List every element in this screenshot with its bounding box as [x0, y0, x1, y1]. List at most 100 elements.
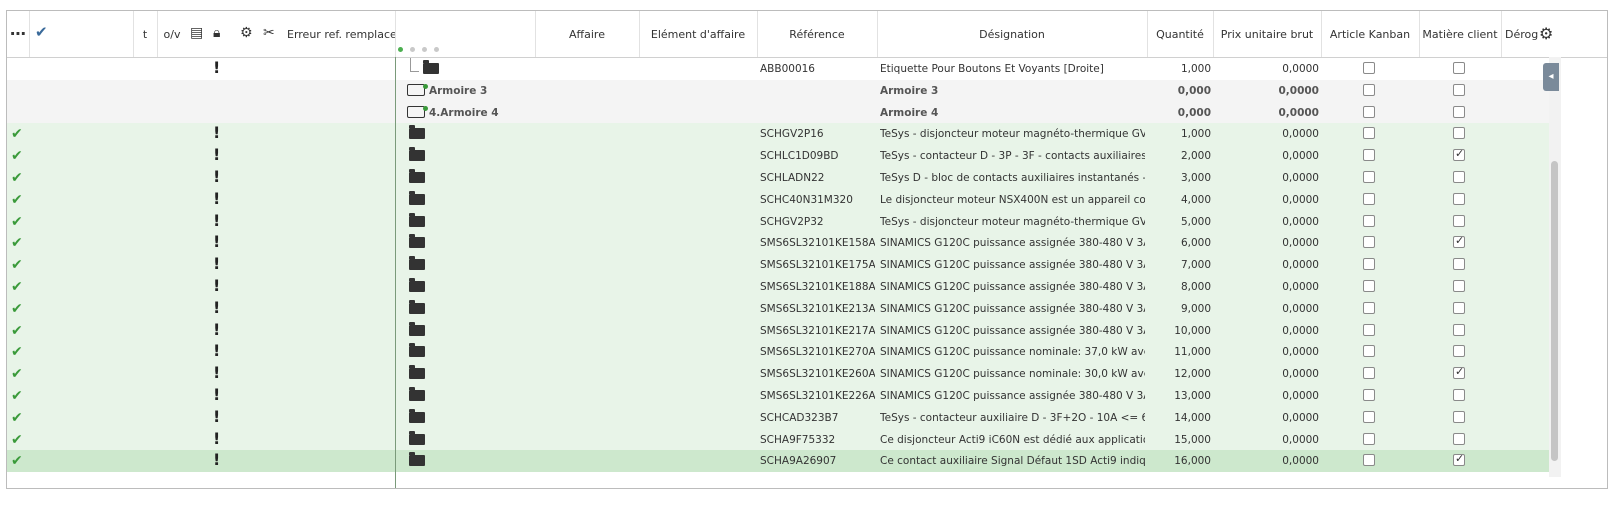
folder-icon[interactable]	[409, 212, 425, 227]
kanban-checkbox[interactable]	[1363, 367, 1375, 380]
folder-open-icon[interactable]	[407, 105, 428, 118]
col-designation-header[interactable]: Désignation	[877, 11, 1148, 57]
matiere-client-checkbox[interactable]	[1453, 127, 1465, 140]
folder-icon[interactable]	[409, 387, 425, 401]
kanban-checkbox[interactable]	[1363, 432, 1375, 445]
table-row[interactable]: ✔! SMS6SL32101KE226AF1 SINAMICS G120C puis…	[7, 385, 1549, 407]
table-row[interactable]: ✔! SCHCAD323B7 TeSys - contacteur auxiliai…	[7, 406, 1549, 429]
kanban-checkbox[interactable]	[1363, 454, 1375, 467]
ellipsis-icon[interactable]: ⋯	[10, 26, 26, 42]
folder-icon[interactable]	[409, 278, 425, 292]
cell-prix: 0,0000	[1282, 390, 1319, 402]
scrollbar-thumb[interactable]	[1551, 161, 1558, 461]
table-row[interactable]: ✔! SCHLC1D09BD TeSys - contacteur D - 3P -…	[7, 145, 1549, 168]
kanban-checkbox[interactable]	[1363, 149, 1375, 162]
kanban-checkbox[interactable]	[1363, 62, 1375, 74]
kanban-checkbox[interactable]	[1363, 127, 1375, 140]
matiere-client-checkbox[interactable]	[1453, 323, 1465, 336]
folder-icon[interactable]	[423, 60, 439, 74]
matiere-client-checkbox[interactable]	[1453, 83, 1465, 96]
matiere-client-checkbox[interactable]	[1453, 214, 1465, 227]
matiere-client-checkbox[interactable]	[1453, 258, 1465, 271]
col-t-header[interactable]: t	[133, 11, 158, 57]
folder-icon[interactable]	[409, 147, 425, 162]
folder-icon[interactable]	[409, 125, 425, 140]
matiere-client-checkbox[interactable]	[1453, 147, 1465, 162]
side-panel-toggle[interactable]: ◂	[1543, 63, 1559, 91]
kanban-checkbox[interactable]	[1363, 171, 1375, 183]
folder-icon[interactable]	[409, 408, 425, 423]
kanban-checkbox[interactable]	[1363, 389, 1375, 401]
kanban-checkbox[interactable]	[1363, 280, 1375, 292]
kanban-checkbox[interactable]	[1363, 83, 1375, 96]
table-row[interactable]: ✔! SCHC40N31M320 Le disjoncteur moteur NSX…	[7, 188, 1549, 211]
col-quantite-header[interactable]: Quantité	[1147, 11, 1214, 57]
col-tree-header[interactable]	[395, 11, 536, 57]
kanban-checkbox[interactable]	[1363, 214, 1375, 227]
kanban-checkbox[interactable]	[1363, 410, 1375, 423]
matiere-client-checkbox[interactable]	[1453, 234, 1465, 249]
matiere-client-checkbox[interactable]	[1453, 410, 1465, 423]
matiere-client-checkbox[interactable]	[1453, 452, 1465, 467]
kanban-checkbox[interactable]	[1363, 192, 1375, 205]
check-column-header[interactable]: ✔	[29, 11, 134, 57]
cog-icon[interactable]: ⚙	[240, 25, 253, 41]
folder-icon[interactable]	[409, 169, 425, 183]
gear-icon[interactable]: ⚙	[1539, 24, 1553, 43]
folder-icon[interactable]	[409, 321, 425, 336]
folder-open-icon[interactable]	[407, 83, 428, 96]
col-erreur-header[interactable]: Erreur ref. remplace	[287, 11, 396, 57]
tools-icon[interactable]: ✂	[263, 25, 275, 41]
lock-icon[interactable]: 🔒︎	[213, 25, 220, 41]
kanban-checkbox[interactable]	[1363, 236, 1375, 249]
col-ov-header[interactable]: o/v	[157, 11, 187, 57]
col-affaire-header[interactable]: Affaire	[535, 11, 640, 57]
table-row[interactable]: ✔! SCHGV2P16 TeSys - disjoncteur moteur ma…	[7, 123, 1549, 146]
matiere-client-checkbox[interactable]	[1453, 432, 1465, 445]
kanban-checkbox[interactable]	[1363, 105, 1375, 118]
table-row[interactable]: ✔! SCHA9F75332 Ce disjoncteur Acti9 iC60N …	[7, 428, 1549, 451]
folder-icon[interactable]	[409, 234, 425, 249]
matiere-client-checkbox[interactable]	[1453, 280, 1465, 292]
matiere-client-checkbox[interactable]	[1453, 62, 1465, 74]
table-row[interactable]: ✔! SMS6SL32101KE260AF1 SINAMICS G120C puis…	[7, 363, 1549, 386]
matiere-client-checkbox[interactable]	[1453, 171, 1465, 183]
folder-icon[interactable]	[409, 365, 425, 380]
matiere-client-checkbox[interactable]	[1453, 301, 1465, 314]
table-row[interactable]: ✔! SMS6SL32101KE158AF2 SINAMICS G120C puis…	[7, 232, 1549, 255]
clipboard-icon[interactable]: ▤	[190, 25, 203, 41]
folder-icon[interactable]	[409, 430, 425, 445]
kanban-checkbox[interactable]	[1363, 301, 1375, 314]
group-row[interactable]: Armoire 3 Armoire 3 0,000 0,0000	[7, 79, 1549, 102]
matiere-client-checkbox[interactable]	[1453, 345, 1465, 358]
folder-icon[interactable]	[409, 190, 425, 205]
kanban-checkbox[interactable]	[1363, 345, 1375, 358]
matiere-client-checkbox[interactable]	[1453, 389, 1465, 401]
table-row[interactable]: ✔! SMS6SL32101KE213AF1 SINAMICS G120C puis…	[7, 297, 1549, 320]
folder-icon[interactable]	[409, 299, 425, 314]
col-matiere-header[interactable]: Matière client	[1419, 11, 1502, 57]
folder-icon[interactable]	[409, 452, 425, 467]
row-menu-header[interactable]: ⋯	[7, 11, 30, 57]
table-row[interactable]: ✔! SMS6SL32101KE188AF1 SINAMICS G120C puis…	[7, 276, 1549, 298]
table-row[interactable]: ! ABB00016 Etiquette Pour Boutons Et Voyan…	[7, 58, 1549, 80]
col-kanban-header[interactable]: Article Kanban	[1321, 11, 1420, 57]
kanban-checkbox[interactable]	[1363, 323, 1375, 336]
matiere-client-checkbox[interactable]	[1453, 192, 1465, 205]
table-row[interactable]: ✔! SMS6SL32101KE217AF1 SINAMICS G120C puis…	[7, 319, 1549, 342]
table-row[interactable]: ✔! SMS6SL32101KE175AF1 SINAMICS G120C puis…	[7, 254, 1549, 277]
table-row[interactable]: ✔! SMS6SL32101KE270AF1 SINAMICS G120C puis…	[7, 341, 1549, 364]
col-reference-header[interactable]: Référence	[757, 11, 878, 57]
table-row[interactable]: ✔! SCHLADN22 TeSys D - bloc de contacts au…	[7, 167, 1549, 189]
folder-icon[interactable]	[409, 343, 425, 358]
group-row[interactable]: 4.Armoire 4 Armoire 4 0,000 0,0000	[7, 101, 1549, 124]
kanban-checkbox[interactable]	[1363, 258, 1375, 271]
col-derog-header[interactable]: Dérog	[1501, 11, 1541, 57]
folder-icon[interactable]	[409, 256, 425, 271]
matiere-client-checkbox[interactable]	[1453, 365, 1465, 380]
col-element-header[interactable]: Elément d'affaire	[639, 11, 758, 57]
col-prix-header[interactable]: Prix unitaire brut	[1213, 11, 1322, 57]
table-row[interactable]: ✔! SCHGV2P32 TeSys - disjoncteur moteur ma…	[7, 210, 1549, 233]
table-row[interactable]: ✔! SCHA9A26907 Ce contact auxiliaire Signa…	[7, 450, 1549, 473]
matiere-client-checkbox[interactable]	[1453, 105, 1465, 118]
